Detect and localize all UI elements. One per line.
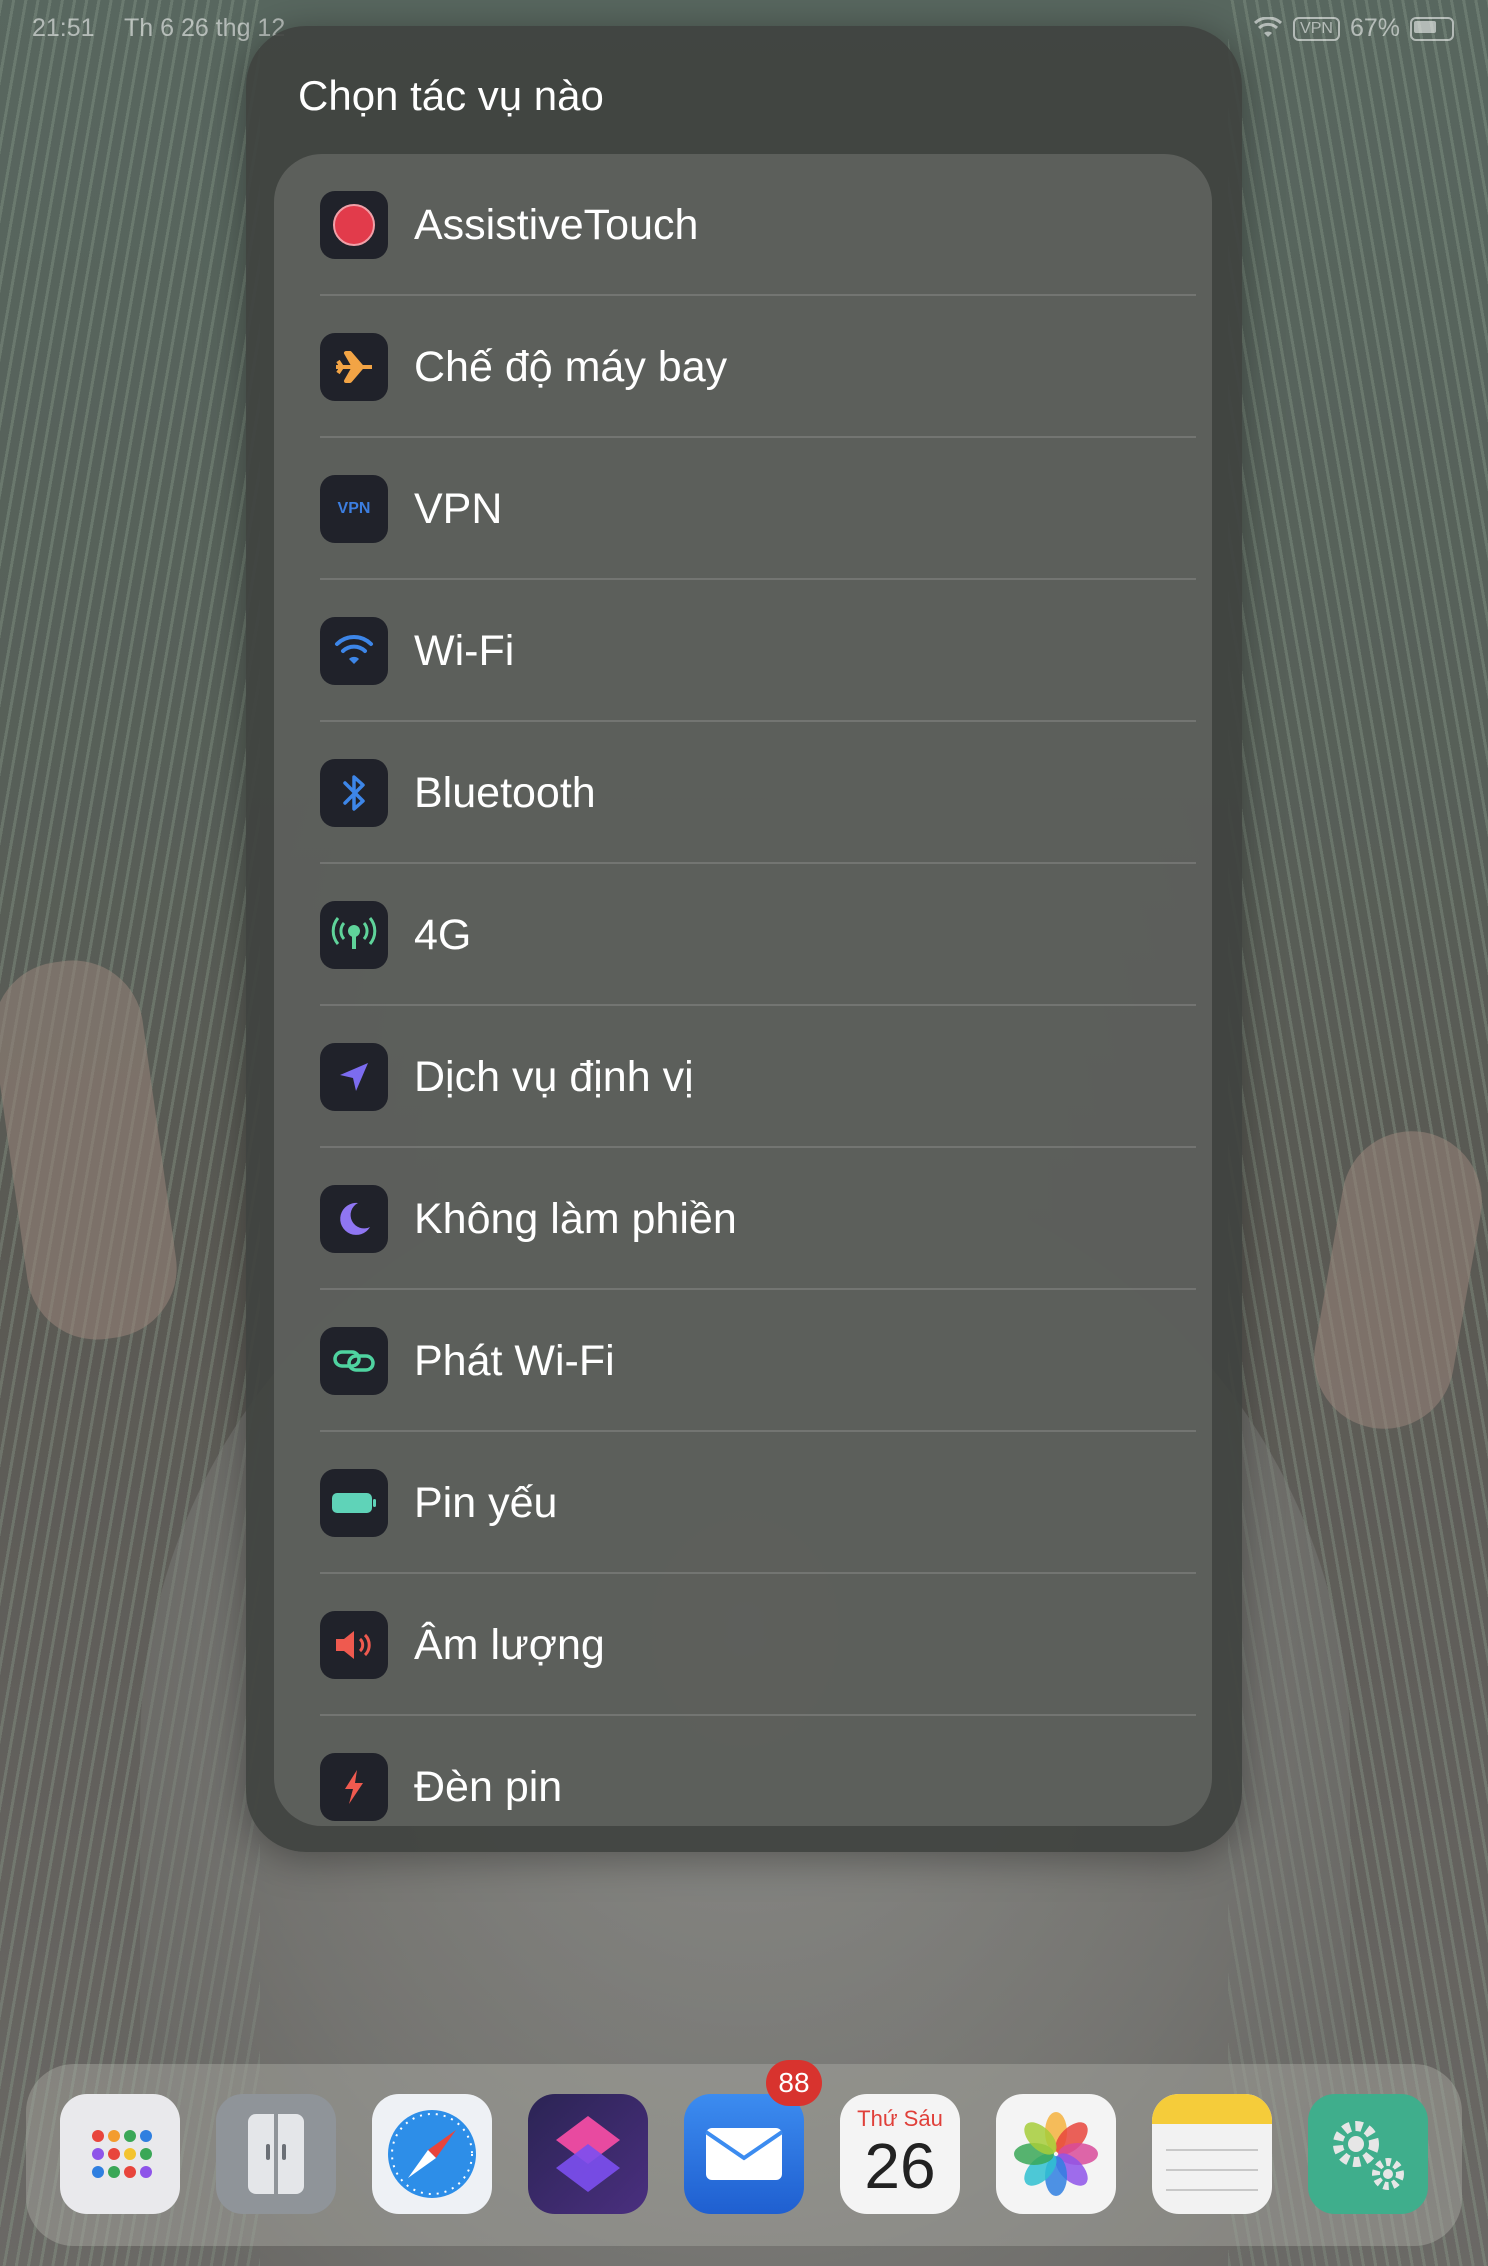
airplane-icon bbox=[320, 333, 388, 401]
vpn-status-badge: VPN bbox=[1293, 16, 1340, 41]
vpn-icon-text: VPN bbox=[337, 500, 371, 517]
action-item-volume[interactable]: Âm lượng bbox=[274, 1574, 1212, 1716]
action-label: Âm lượng bbox=[414, 1621, 605, 1669]
notes-icon bbox=[1152, 2094, 1272, 2191]
action-item-4g[interactable]: 4G bbox=[274, 864, 1212, 1006]
app-grid-icon bbox=[92, 2130, 152, 2178]
dock-app-cabinet[interactable] bbox=[216, 2094, 336, 2214]
sheet-title: Chọn tác vụ nào bbox=[298, 72, 604, 119]
action-item-airplane-mode[interactable]: Chế độ máy bay bbox=[274, 296, 1212, 438]
photos-icon bbox=[1014, 2112, 1098, 2196]
mail-icon bbox=[704, 2128, 784, 2180]
vpn-icon: VPN bbox=[320, 475, 388, 543]
cabinet-icon bbox=[248, 2114, 304, 2194]
action-label: Bluetooth bbox=[414, 769, 596, 817]
mail-badge: 88 bbox=[766, 2060, 822, 2106]
action-item-do-not-disturb[interactable]: Không làm phiền bbox=[274, 1148, 1212, 1290]
shortcuts-icon bbox=[556, 2116, 620, 2192]
action-label: Không làm phiền bbox=[414, 1195, 737, 1243]
dock-app-photos[interactable] bbox=[996, 2094, 1116, 2214]
location-icon bbox=[320, 1043, 388, 1111]
compass-icon bbox=[388, 2110, 476, 2198]
action-item-location-services[interactable]: Dịch vụ định vị bbox=[274, 1006, 1212, 1148]
volume-icon bbox=[320, 1611, 388, 1679]
action-list[interactable]: AssistiveTouch Chế độ máy bay VPN VPN Wi… bbox=[274, 154, 1212, 1826]
wifi-status-icon bbox=[1253, 16, 1283, 41]
action-item-bluetooth[interactable]: Bluetooth bbox=[274, 722, 1212, 864]
action-label: Đèn pin bbox=[414, 1763, 563, 1811]
dock: 88 Thứ Sáu 26 bbox=[26, 2060, 1462, 2246]
action-picker-sheet: Chọn tác vụ nào AssistiveTouch Chế độ má… bbox=[246, 26, 1242, 1852]
bluetooth-icon bbox=[320, 759, 388, 827]
action-item-low-power[interactable]: Pin yếu bbox=[274, 1432, 1212, 1574]
cellular-icon bbox=[320, 901, 388, 969]
action-label: AssistiveTouch bbox=[414, 201, 699, 249]
action-label: Phát Wi-Fi bbox=[414, 1337, 615, 1385]
dock-app-safari[interactable] bbox=[372, 2094, 492, 2214]
action-item-wifi[interactable]: Wi-Fi bbox=[274, 580, 1212, 722]
dock-app-settings[interactable] bbox=[1308, 2094, 1428, 2214]
action-label: Dịch vụ định vị bbox=[414, 1053, 694, 1101]
action-item-personal-hotspot[interactable]: Phát Wi-Fi bbox=[274, 1290, 1212, 1432]
action-item-flashlight[interactable]: Đèn pin bbox=[274, 1716, 1212, 1826]
battery-status-icon bbox=[1410, 16, 1454, 41]
dock-app-mail[interactable] bbox=[684, 2094, 804, 2214]
wifi-icon bbox=[320, 617, 388, 685]
action-label: Chế độ máy bay bbox=[414, 343, 728, 391]
action-label: Wi-Fi bbox=[414, 627, 515, 675]
flashlight-icon bbox=[320, 1753, 388, 1821]
dock-app-notes[interactable] bbox=[1152, 2094, 1272, 2214]
dock-app-shortcuts[interactable] bbox=[528, 2094, 648, 2214]
hotspot-icon bbox=[320, 1327, 388, 1395]
action-item-assistivetouch[interactable]: AssistiveTouch bbox=[274, 154, 1212, 296]
status-time: 21:51 bbox=[32, 14, 95, 42]
battery-percent: 67% bbox=[1349, 14, 1400, 42]
dock-app-library[interactable] bbox=[60, 2094, 180, 2214]
assistive-touch-icon bbox=[320, 191, 388, 259]
settings-icon bbox=[1333, 2121, 1404, 2190]
action-label: VPN bbox=[414, 485, 503, 533]
battery-icon bbox=[320, 1469, 388, 1537]
calendar-day-number: 26 bbox=[864, 2130, 936, 2202]
dock-app-calendar[interactable]: Thứ Sáu 26 bbox=[840, 2094, 960, 2214]
calendar-day-name: Thứ Sáu bbox=[857, 2106, 943, 2131]
action-item-vpn[interactable]: VPN VPN bbox=[274, 438, 1212, 580]
action-label: 4G bbox=[414, 911, 472, 959]
status-date: Th 6 26 thg 12 bbox=[124, 14, 286, 42]
action-label: Pin yếu bbox=[414, 1479, 558, 1527]
moon-icon bbox=[320, 1185, 388, 1253]
